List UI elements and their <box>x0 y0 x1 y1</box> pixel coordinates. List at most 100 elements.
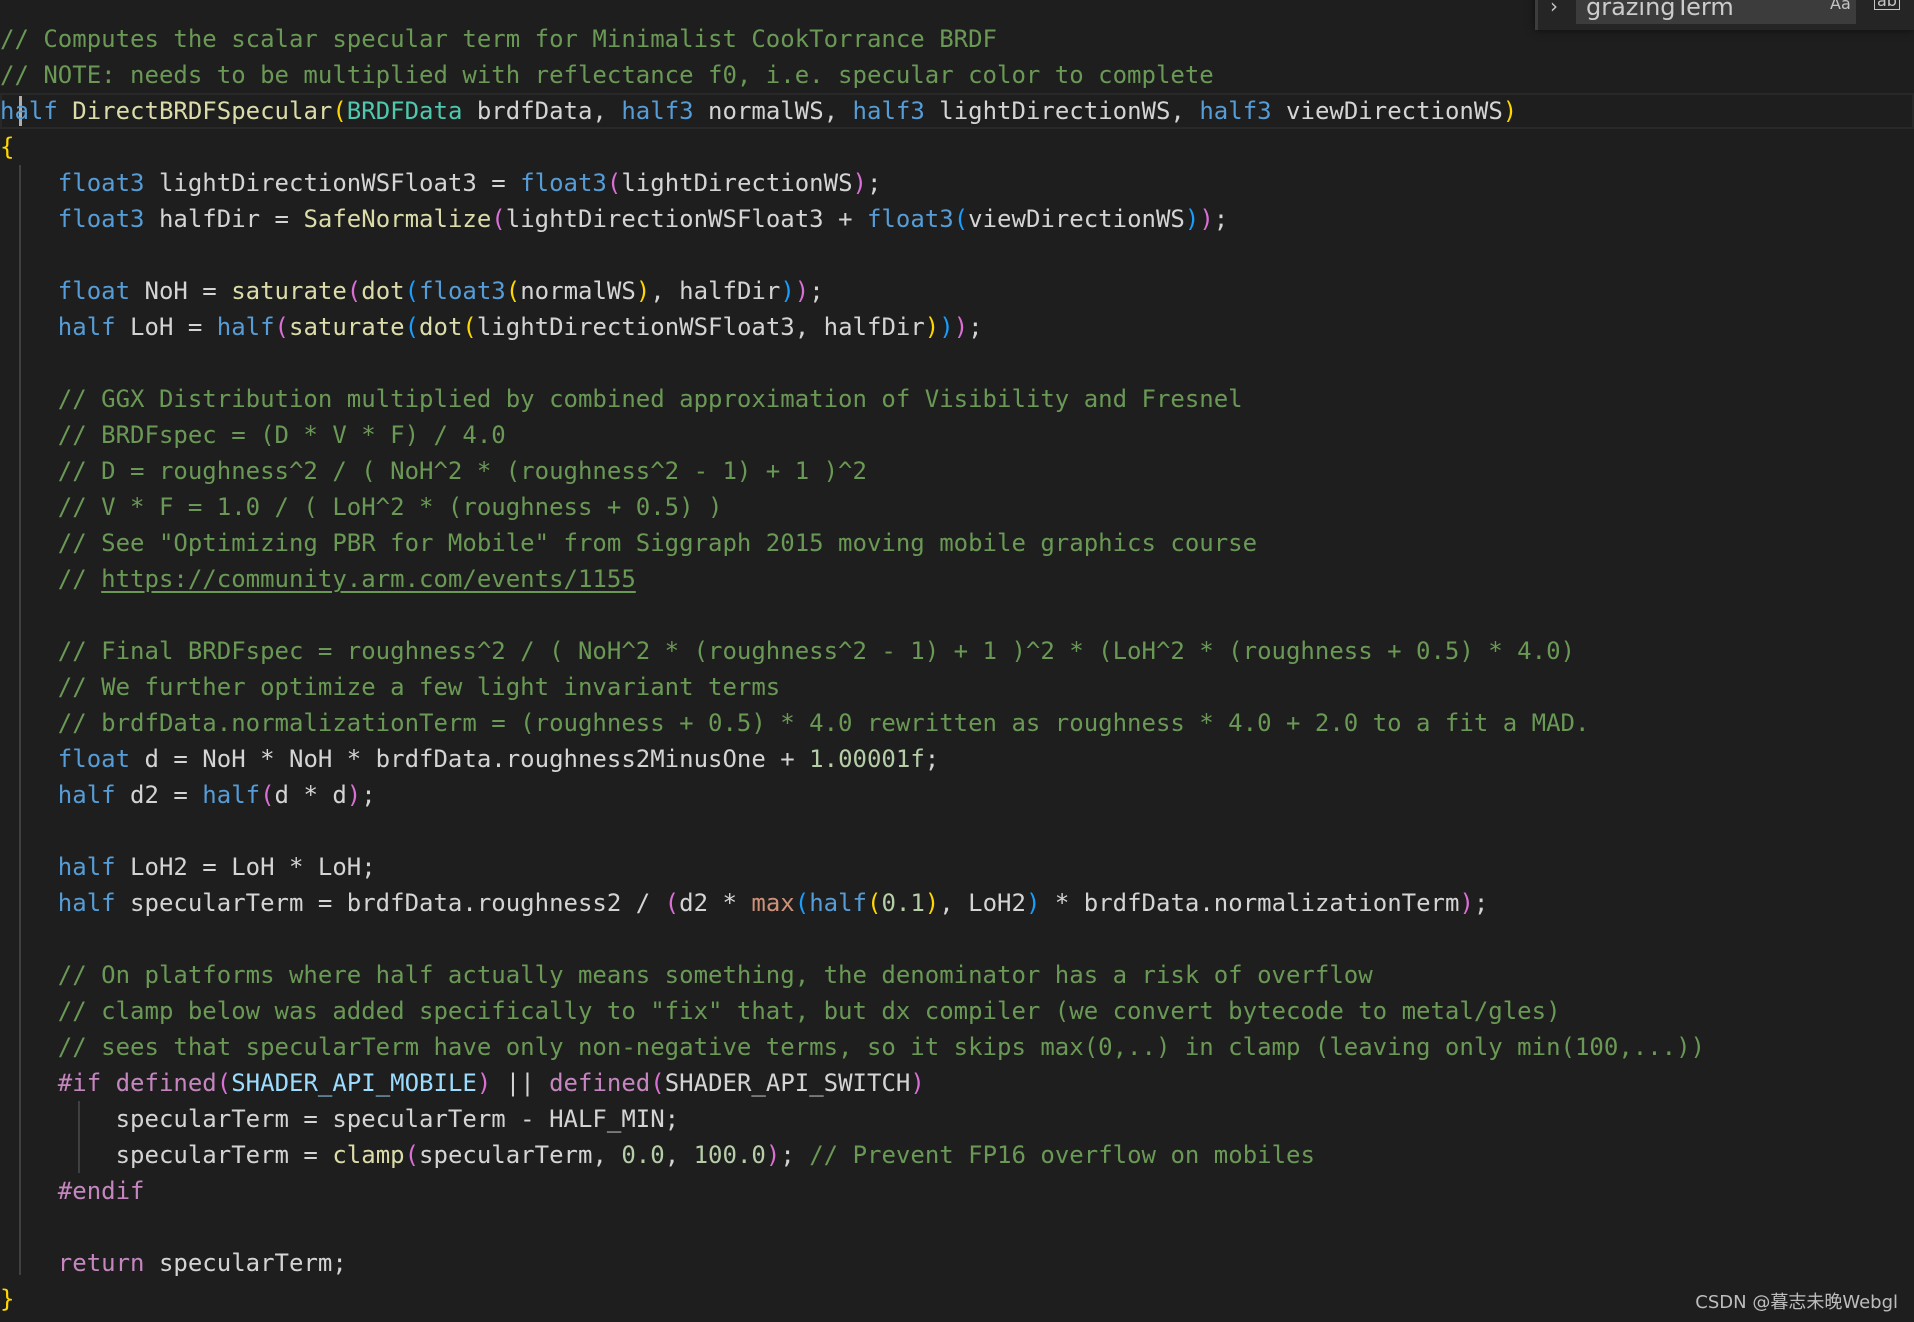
type-keyword: half <box>57 853 116 881</box>
code-line[interactable]: half d2 = half(d * d); <box>0 777 1914 813</box>
code-line[interactable]: // GGX Distribution multiplied by combin… <box>0 381 1914 417</box>
code-line[interactable]: // V * F = 1.0 / ( LoH^2 * (roughness + … <box>0 489 1914 525</box>
bracket: ) <box>953 313 969 341</box>
code-line[interactable]: // https://community.arm.com/events/1155 <box>0 561 1914 597</box>
punctuation: ; <box>968 313 983 341</box>
code-line[interactable]: // sees that specularTerm have only non-… <box>0 1029 1914 1065</box>
code-line[interactable]: return specularTerm; <box>0 1245 1914 1281</box>
identifier: normalWS <box>520 277 636 305</box>
comment: // clamp below was added specifically to… <box>57 997 1561 1025</box>
code-lines[interactable]: // Computes the scalar specular term for… <box>0 21 1914 1317</box>
bracket: ( <box>953 205 969 233</box>
bracket: ( <box>274 313 289 341</box>
code-line[interactable]: half specularTerm = brdfData.roughness2 … <box>0 885 1914 921</box>
code-line[interactable]: float3 halfDir = SafeNormalize(lightDire… <box>0 201 1914 237</box>
preprocessor-directive: #endif <box>57 1177 145 1205</box>
identifier: brdfData, <box>462 97 622 125</box>
bracket: ( <box>260 781 275 809</box>
code-line-empty[interactable] <box>0 597 1914 633</box>
code-line[interactable]: #endif <box>0 1173 1914 1209</box>
code-line[interactable]: float d = NoH * NoH * brdfData.roughness… <box>0 741 1914 777</box>
punctuation: ; <box>361 781 376 809</box>
type-keyword: half <box>57 313 116 341</box>
punctuation: ; <box>1213 205 1229 233</box>
code-line-empty[interactable] <box>0 921 1914 957</box>
code-line[interactable]: // NOTE: needs to be multiplied with ref… <box>0 57 1914 93</box>
code-line[interactable]: // We further optimize a few light invar… <box>0 669 1914 705</box>
type-name: BRDFData <box>346 97 463 125</box>
code-line[interactable]: // brdfData.normalizationTerm = (roughne… <box>0 705 1914 741</box>
comment: // GGX Distribution multiplied by combin… <box>57 385 1243 413</box>
bracket: ( <box>404 277 420 305</box>
type-keyword: float3 <box>57 205 145 233</box>
code-editor[interactable]: // Computes the scalar specular term for… <box>0 0 1914 1322</box>
code-line-empty[interactable] <box>0 813 1914 849</box>
return-keyword: return <box>57 1249 145 1277</box>
match-whole-word-toggle[interactable]: ab <box>1874 0 1900 10</box>
bracket: ) <box>346 781 362 809</box>
code-line[interactable]: // Final BRDFspec = roughness^2 / ( NoH^… <box>0 633 1914 669</box>
identifier: lightDirectionWSFloat3, halfDir <box>476 313 925 341</box>
code-line-empty[interactable] <box>0 237 1914 273</box>
code-line[interactable]: } <box>0 1281 1914 1317</box>
function-name: DirectBRDFSpecular <box>72 97 333 125</box>
match-case-toggle[interactable]: Aa <box>1830 0 1851 13</box>
comment: // brdfData.normalizationTerm = (roughne… <box>57 709 1590 737</box>
code-line[interactable]: float3 lightDirectionWSFloat3 = float3(l… <box>0 165 1914 201</box>
code-line[interactable]: specularTerm = clamp(specularTerm, 0.0, … <box>0 1137 1914 1173</box>
code-line[interactable]: // On platforms where half actually mean… <box>0 957 1914 993</box>
comment-link[interactable]: https://community.arm.com/events/1155 <box>101 565 636 593</box>
code-line[interactable]: // clamp below was added specifically to… <box>0 993 1914 1029</box>
chevron-right-icon[interactable]: › <box>1550 0 1558 18</box>
punctuation: ; <box>780 1141 810 1169</box>
code-line-empty[interactable] <box>0 1209 1914 1245</box>
comment: // V * F = 1.0 / ( LoH^2 * (roughness + … <box>57 493 723 521</box>
bracket: ( <box>794 889 810 917</box>
bracket: ( <box>650 1069 665 1097</box>
identifier: lightDirectionWSFloat3 = <box>144 169 521 197</box>
find-widget[interactable]: › Aa ab <box>1535 0 1914 30</box>
bracket: ( <box>606 169 622 197</box>
bracket: ( <box>664 889 680 917</box>
comment: // See "Optimizing PBR for Mobile" from … <box>57 529 1258 557</box>
code-line[interactable]: float NoH = saturate(dot(float3(normalWS… <box>0 273 1914 309</box>
punctuation: , <box>664 1141 694 1169</box>
type-keyword: half <box>202 781 261 809</box>
bracket: ) <box>939 313 954 341</box>
number-literal: 0.1 <box>881 889 925 917</box>
punctuation: ; <box>1473 889 1489 917</box>
type-keyword: half <box>809 889 867 917</box>
bracket: ) <box>476 1069 492 1097</box>
type-keyword: half <box>216 313 275 341</box>
code-line-active[interactable]: half DirectBRDFSpecular(BRDFData brdfDat… <box>0 93 1914 129</box>
number-literal: 0.0 <box>621 1141 665 1169</box>
code-line[interactable]: // See "Optimizing PBR for Mobile" from … <box>0 525 1914 561</box>
bracket: ( <box>404 1141 420 1169</box>
preprocessor-keyword: defined <box>549 1069 651 1097</box>
code-line-empty[interactable] <box>0 345 1914 381</box>
identifier: d2 * <box>679 889 752 917</box>
bracket: ( <box>866 889 882 917</box>
code-line[interactable]: half LoH2 = LoH * LoH; <box>0 849 1914 885</box>
bracket: ) <box>1184 205 1200 233</box>
code-line[interactable]: specularTerm = specularTerm - HALF_MIN; <box>0 1101 1914 1137</box>
code-line[interactable]: half LoH = half(saturate(dot(lightDirect… <box>0 309 1914 345</box>
type-keyword: float3 <box>866 205 954 233</box>
identifier: * brdfData.normalizationTerm <box>1040 889 1460 917</box>
code-line[interactable]: #if defined(SHADER_API_MOBILE) || define… <box>0 1065 1914 1101</box>
code-line[interactable]: // D = roughness^2 / ( NoH^2 * (roughnes… <box>0 453 1914 489</box>
bracket: ( <box>462 313 477 341</box>
find-input[interactable] <box>1576 0 1856 24</box>
code-line[interactable]: // BRDFspec = (D * V * F) / 4.0 <box>0 417 1914 453</box>
bracket: ) <box>1199 205 1214 233</box>
code-line[interactable]: { <box>0 129 1914 165</box>
type-keyword: float <box>57 277 131 305</box>
